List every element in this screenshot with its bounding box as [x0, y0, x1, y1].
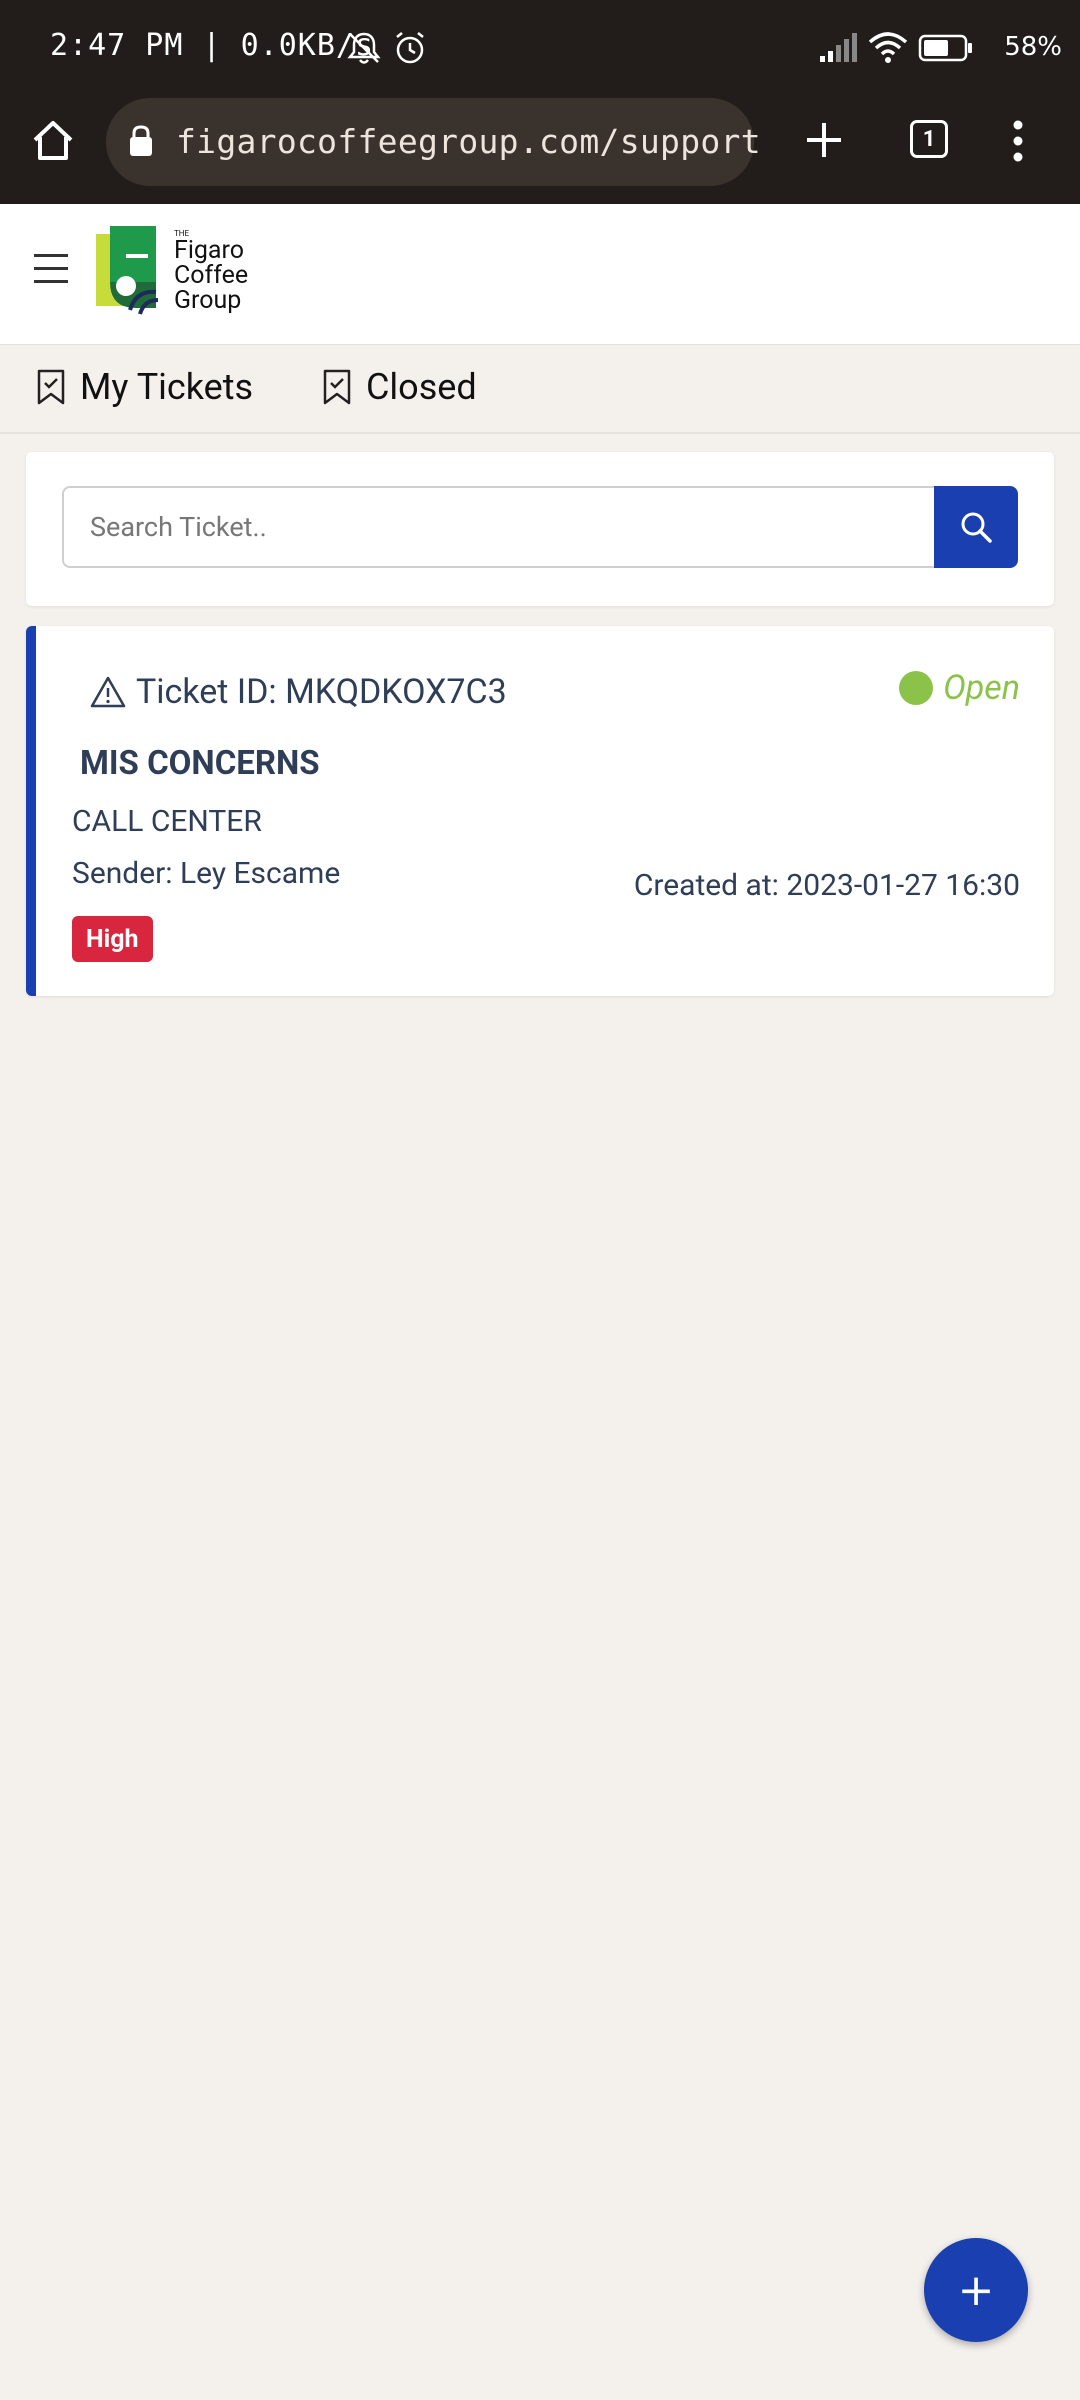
browser-toolbar: figarocoffeegroup.com/support 1 [0, 96, 1080, 204]
bookmark-check-icon [37, 369, 65, 405]
alarm-icon [396, 32, 424, 64]
status-bar: 2:47 PM | 0.0KB/s 58% [0, 0, 1080, 96]
bookmark-check-icon [323, 369, 351, 405]
url-text: figarocoffeegroup.com/support [176, 122, 761, 161]
priority-badge: High [72, 916, 153, 962]
ticket-tabs: My Tickets Closed [0, 344, 1080, 434]
ticket-title: MIS CONCERNS [80, 744, 320, 783]
ticket-id: Ticket ID: MKQDKOX7C3 [90, 672, 507, 712]
ticket-card[interactable]: Ticket ID: MKQDKOX7C3 Open MIS CONCERNS … [26, 626, 1054, 996]
menu-dots-icon[interactable] [1010, 118, 1026, 164]
status-time: 2:47 PM | 0.0KB/s [50, 28, 375, 63]
ticket-sender: Sender: Ley Escame [72, 856, 341, 891]
signal-icon [820, 33, 857, 62]
site-header: THE Figaro Coffee Group [0, 204, 1080, 345]
ticket-id-text: Ticket ID: MKQDKOX7C3 [136, 672, 507, 712]
ticket-status: Open [899, 668, 1020, 708]
tab-closed[interactable]: Closed [322, 362, 477, 412]
search-button[interactable] [934, 486, 1018, 568]
hamburger-menu-icon[interactable] [34, 254, 70, 290]
wifi-icon [868, 32, 908, 63]
ticket-created-at: Created at: 2023-01-27 16:30 [633, 868, 1020, 903]
add-ticket-button[interactable]: + [924, 2238, 1028, 2342]
tab-label: Closed [366, 366, 477, 408]
home-icon[interactable] [30, 118, 76, 164]
plus-icon: + [957, 2264, 995, 2316]
url-bar[interactable]: figarocoffeegroup.com/support [106, 98, 761, 186]
plus-icon[interactable] [804, 120, 844, 160]
battery-text: 58% [1004, 32, 1062, 62]
search-card [26, 452, 1054, 606]
search-icon [961, 512, 992, 543]
lock-icon [130, 125, 152, 156]
logo-text: THE Figaro Coffee Group [174, 229, 249, 315]
tab-label: My Tickets [80, 366, 254, 408]
ticket-department: CALL CENTER [72, 804, 262, 839]
battery-icon [918, 34, 972, 62]
tab-my-tickets[interactable]: My Tickets [36, 362, 253, 412]
search-input[interactable] [62, 486, 942, 568]
warning-icon [90, 676, 126, 708]
tab-count: 1 [922, 126, 936, 152]
tabs-icon[interactable]: 1 [910, 120, 948, 158]
ticket-status-text: Open [943, 668, 1020, 708]
status-dot-icon [899, 671, 934, 705]
mute-icon [347, 32, 381, 64]
